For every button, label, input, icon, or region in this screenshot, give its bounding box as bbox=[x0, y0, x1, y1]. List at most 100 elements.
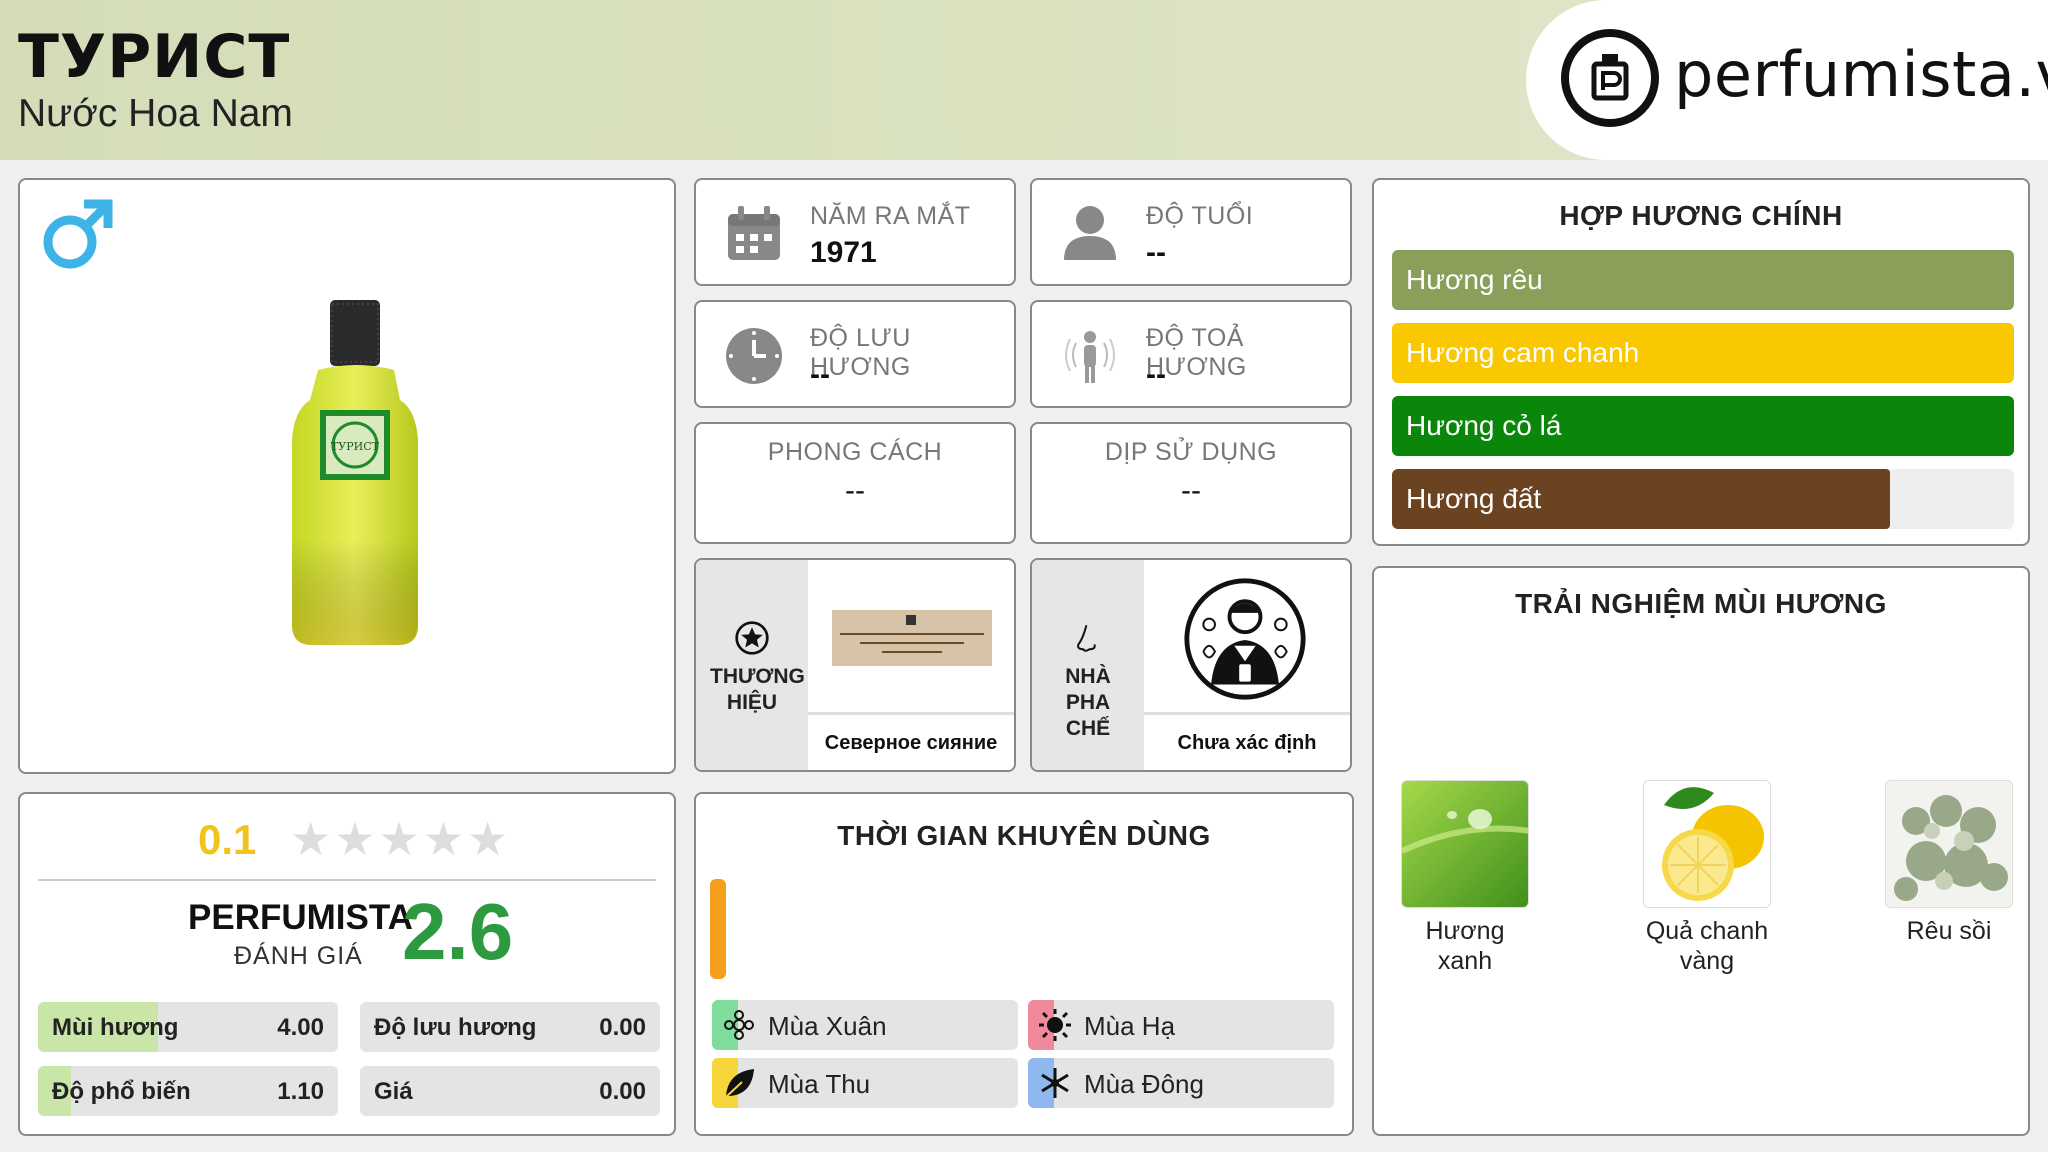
sillage-value: -- bbox=[1146, 358, 1166, 391]
green-leaf-drop-image bbox=[1402, 781, 1528, 907]
season-label: Mùa Xuân bbox=[768, 1011, 887, 1041]
perfumista-label: PERFUMISTA bbox=[188, 898, 413, 937]
accord-bar[interactable]: Hương đất bbox=[1392, 469, 2014, 529]
rating-metric-value: 1.10 bbox=[277, 1078, 324, 1105]
scent-note[interactable]: Rêu sồi bbox=[1884, 780, 2014, 946]
perfume-title: ТУРИСТ bbox=[18, 22, 291, 92]
rating-metric-label: Giá bbox=[374, 1078, 413, 1105]
longevity-label: ĐỘ LƯU HƯƠNG bbox=[810, 324, 911, 381]
sillage-label: ĐỘ TOẢ HƯƠNG bbox=[1146, 324, 1247, 381]
oakmoss-image bbox=[1886, 781, 2012, 907]
age-label: ĐỘ TUỔI bbox=[1146, 202, 1254, 230]
launch-year-label: NĂM RA MẮT bbox=[810, 202, 971, 230]
perfumer-card[interactable]: NHÀ PHA CHẾ Chưa xác định bbox=[1030, 558, 1352, 772]
rating-metric-bar: Độ lưu hương 0.00 bbox=[360, 1002, 660, 1052]
style-label: PHONG CÁCH bbox=[767, 438, 943, 466]
brand-card[interactable]: THƯƠNG HIỆU Северное сияние bbox=[694, 558, 1016, 772]
season-item: Mùa Hạ bbox=[1028, 1000, 1334, 1050]
launch-year-value: 1971 bbox=[810, 236, 877, 269]
rating-metric-label: Mùi hương bbox=[52, 1014, 179, 1041]
style-value: -- bbox=[845, 474, 865, 507]
perfumista-score: 2.6 bbox=[402, 887, 514, 976]
accord-label: Hương rêu bbox=[1406, 264, 1543, 295]
scent-notes-title: TRẢI NGHIỆM MÙI HƯƠNG bbox=[1515, 588, 1887, 619]
rating-metric-value: 0.00 bbox=[599, 1014, 646, 1041]
accord-bar[interactable]: Hương cỏ lá bbox=[1392, 396, 2014, 456]
rating-metric-value: 0.00 bbox=[599, 1078, 646, 1105]
scent-note-image bbox=[1643, 780, 1771, 908]
scent-note-label: Rêu sồi bbox=[1906, 917, 1992, 945]
occasion-value: -- bbox=[1181, 474, 1201, 507]
scent-note-image bbox=[1885, 780, 2013, 908]
perfumer-label-panel: NHÀ PHA CHẾ bbox=[1032, 560, 1144, 770]
recommended-time-title: THỜI GIAN KHUYÊN DÙNG bbox=[837, 820, 1211, 851]
season-label: Mùa Đông bbox=[1084, 1069, 1204, 1099]
scent-note-label: Hương xanh bbox=[1425, 917, 1505, 975]
season-item: Mùa Đông bbox=[1028, 1058, 1334, 1108]
star-icon[interactable]: ★ bbox=[290, 813, 331, 865]
rating-metric-bar: Mùi hương 4.00 bbox=[38, 1002, 338, 1052]
season-item: Mùa Xuân bbox=[712, 1000, 1018, 1050]
rating-metric-label: Độ lưu hương bbox=[374, 1014, 537, 1041]
product-image-card: ТУРИСТ bbox=[18, 178, 676, 774]
scent-note-image bbox=[1401, 780, 1529, 908]
rating-metric-bar: Độ phổ biến 1.10 bbox=[38, 1066, 338, 1116]
perfume-subtitle: Nước Hoa Nam bbox=[18, 92, 293, 135]
rating-metric-label: Độ phổ biến bbox=[52, 1078, 191, 1105]
main-accords-card: HỢP HƯƠNG CHÍNH Hương rêu Hương cam chanh… bbox=[1372, 178, 2030, 546]
rating-metric-bar: Giá 0.00 bbox=[360, 1066, 660, 1116]
perfumer-avatar-icon bbox=[1184, 578, 1306, 700]
age-card: ĐỘ TUỔI -- bbox=[1030, 178, 1352, 286]
user-rating-score: 0.1 bbox=[198, 816, 257, 863]
longevity-value: -- bbox=[810, 358, 830, 391]
recommended-time-card: THỜI GIAN KHUYÊN DÙNG Mùa Xuân Mùa Hạ Mùa … bbox=[694, 792, 1354, 1136]
daytime-bar bbox=[710, 879, 726, 979]
longevity-card: ĐỘ LƯU HƯƠNG -- bbox=[694, 300, 1016, 408]
rating-metric-value: 4.00 bbox=[277, 1014, 324, 1041]
svg-text:ТУРИСТ: ТУРИСТ bbox=[331, 440, 380, 453]
accord-label: Hương đất bbox=[1406, 483, 1542, 514]
perfumer-label: NHÀ PHA CHẾ bbox=[1065, 665, 1111, 740]
star-icon[interactable]: ★ bbox=[334, 813, 375, 865]
male-icon bbox=[43, 199, 113, 269]
perfume-bottle-image: ТУРИСТ bbox=[292, 300, 418, 645]
brand-label: THƯƠNG HIỆU bbox=[710, 665, 805, 714]
season-label: Mùa Hạ bbox=[1084, 1011, 1176, 1041]
star-icon[interactable]: ★ bbox=[423, 813, 464, 865]
star-icon[interactable]: ★ bbox=[467, 813, 508, 865]
accord-bar[interactable]: Hương rêu bbox=[1392, 250, 2014, 310]
style-card: PHONG CÁCH -- bbox=[694, 422, 1016, 544]
occasion-label: DỊP SỬ DỤNG bbox=[1104, 438, 1278, 466]
brand-logo-image bbox=[832, 610, 992, 666]
calendar-icon bbox=[728, 206, 780, 260]
lemon-image bbox=[1644, 781, 1770, 907]
star-icon[interactable]: ★ bbox=[379, 813, 420, 865]
launch-year-card: NĂM RA MẮT 1971 bbox=[694, 178, 1016, 286]
user-icon bbox=[1064, 206, 1116, 260]
accord-bar[interactable]: Hương cam chanh bbox=[1392, 323, 2014, 383]
perfume-bottle-logo-icon bbox=[1561, 29, 1659, 127]
accord-label: Hương cỏ lá bbox=[1406, 410, 1562, 441]
rating-card: 0.1 ★★★★★ PERFUMISTA ĐÁNH GIÁ 2.6 Mùi hư… bbox=[18, 792, 676, 1136]
season-label: Mùa Thu bbox=[768, 1069, 871, 1099]
snowflake-icon bbox=[1041, 1068, 1069, 1098]
brand-name: Северное сияние bbox=[808, 712, 1014, 770]
flower-icon bbox=[724, 1010, 754, 1040]
sillage-card: ĐỘ TOẢ HƯƠNG -- bbox=[1030, 300, 1352, 408]
season-item: Mùa Thu bbox=[712, 1058, 1018, 1108]
scent-note[interactable]: Quả chanh vàng bbox=[1642, 780, 1772, 976]
scent-note[interactable]: Hương xanh bbox=[1400, 780, 1530, 976]
brand-logo[interactable]: perfumista.vn bbox=[1526, 0, 2048, 160]
leaf-icon bbox=[725, 1069, 754, 1098]
age-value: -- bbox=[1146, 236, 1166, 269]
perfumer-name: Chưa xác định bbox=[1144, 712, 1350, 770]
scent-notes-card: TRẢI NGHIỆM MÙI HƯƠNG Hương xanh Quả chan… bbox=[1372, 566, 2030, 1136]
accord-label: Hương cam chanh bbox=[1406, 337, 1640, 368]
sillage-person-icon bbox=[1065, 331, 1115, 383]
nose-icon bbox=[1077, 624, 1096, 652]
scent-note-label: Quả chanh vàng bbox=[1645, 917, 1769, 975]
sun-icon bbox=[1039, 1009, 1071, 1041]
star-rating[interactable]: ★★★★★ bbox=[290, 814, 511, 864]
logo-text: perfumista.vn bbox=[1674, 38, 2048, 111]
perfumista-sublabel: ĐÁNH GIÁ bbox=[234, 942, 363, 970]
